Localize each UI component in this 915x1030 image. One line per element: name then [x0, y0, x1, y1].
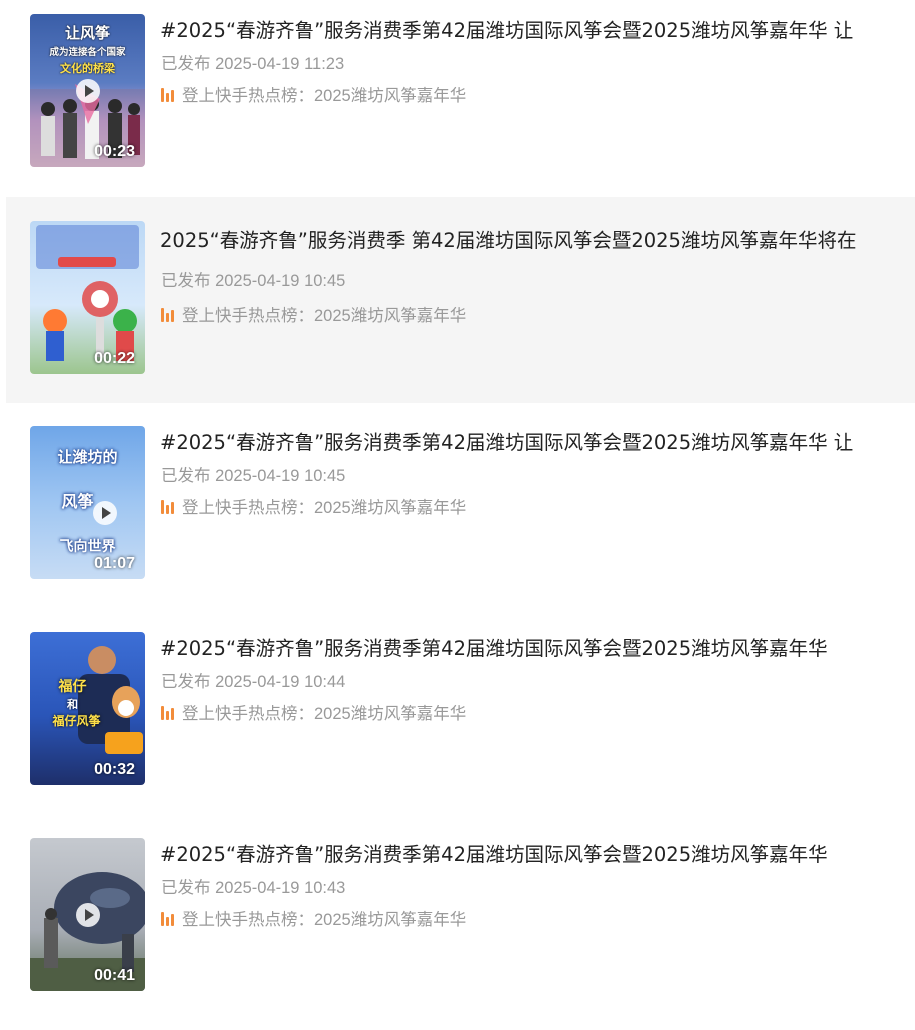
hot-list-label[interactable]: 登上快手热点榜：2025潍坊风筝嘉年华 [161, 906, 466, 930]
video-title[interactable]: #2025“春游齐鲁”服务消费季第42届潍坊国际风筝会暨2025潍坊风筝嘉年华 … [160, 17, 915, 45]
hot-list-icon [161, 308, 176, 322]
thumbnail-caption: 风筝 [61, 492, 94, 511]
thumbnail-caption: 福仔风筝 [52, 714, 101, 728]
video-thumbnail[interactable]: 让潍坊的 风筝 飞向世界 01:07 [30, 426, 145, 579]
list-item[interactable]: 00:22 2025“春游齐鲁”服务消费季 第42届潍坊国际风筝会暨2025潍坊… [6, 197, 915, 403]
hot-list-icon [161, 706, 176, 720]
hot-list-icon [161, 500, 176, 514]
hot-list-label[interactable]: 登上快手热点榜：2025潍坊风筝嘉年华 [161, 700, 466, 724]
video-thumbnail[interactable]: 让风筝 成为连接各个国家 文化的桥梁 00:23 [30, 14, 145, 167]
hot-list-text: 登上快手热点榜：2025潍坊风筝嘉年华 [182, 499, 467, 517]
hot-list-text: 登上快手热点榜：2025潍坊风筝嘉年华 [182, 87, 467, 105]
thumbnail-caption: 和 [67, 698, 78, 711]
hot-list-label[interactable]: 登上快手热点榜：2025潍坊风筝嘉年华 [161, 82, 466, 106]
publish-date: 已发布 2025-04-19 10:45 [161, 272, 346, 290]
publish-date: 已发布 2025-04-19 11:23 [161, 55, 345, 73]
list-item[interactable]: 00:41 #2025“春游齐鲁”服务消费季第42届潍坊国际风筝会暨2025潍坊… [0, 824, 915, 1030]
video-thumbnail[interactable]: 福仔 和 福仔风筝 00:32 [30, 632, 145, 785]
list-item[interactable]: 让潍坊的 风筝 飞向世界 01:07 #2025“春游齐鲁”服务消费季第42届潍… [0, 412, 915, 618]
publish-date: 已发布 2025-04-19 10:44 [161, 673, 346, 691]
video-title[interactable]: #2025“春游齐鲁”服务消费季第42届潍坊国际风筝会暨2025潍坊风筝嘉年华 [160, 841, 915, 869]
hot-list-label[interactable]: 登上快手热点榜：2025潍坊风筝嘉年华 [161, 302, 466, 326]
hot-list-label[interactable]: 登上快手热点榜：2025潍坊风筝嘉年华 [161, 494, 466, 518]
video-title[interactable]: #2025“春游齐鲁”服务消费季第42届潍坊国际风筝会暨2025潍坊风筝嘉年华 [160, 635, 915, 663]
publish-date: 已发布 2025-04-19 10:45 [161, 467, 346, 485]
video-duration: 01:07 [94, 555, 135, 572]
hot-list-text: 登上快手热点榜：2025潍坊风筝嘉年华 [182, 705, 467, 723]
play-icon [75, 902, 100, 927]
hot-list-icon [161, 912, 176, 926]
video-duration: 00:22 [94, 350, 135, 367]
video-duration: 00:41 [94, 967, 135, 984]
video-thumbnail[interactable]: 00:41 [30, 838, 145, 991]
play-icon [92, 500, 117, 525]
video-title[interactable]: #2025“春游齐鲁”服务消费季第42届潍坊国际风筝会暨2025潍坊风筝嘉年华 … [160, 429, 915, 457]
thumbnail-caption: 福仔 [58, 679, 87, 695]
list-item[interactable]: 让风筝 成为连接各个国家 文化的桥梁 00:23 #2025“春游齐鲁”服务消费… [0, 0, 915, 206]
list-item[interactable]: 福仔 和 福仔风筝 00:32 #2025“春游齐鲁”服务消费季第42届潍坊国际… [0, 618, 915, 824]
publish-date: 已发布 2025-04-19 10:43 [161, 879, 346, 897]
play-icon [75, 78, 100, 103]
thumbnail-caption: 飞向世界 [59, 539, 116, 555]
video-duration: 00:32 [94, 761, 135, 778]
hot-list-text: 登上快手热点榜：2025潍坊风筝嘉年华 [182, 307, 467, 325]
video-list: 让风筝 成为连接各个国家 文化的桥梁 00:23 #2025“春游齐鲁”服务消费… [0, 0, 915, 1024]
video-thumbnail[interactable]: 00:22 [30, 221, 145, 374]
video-duration: 00:23 [94, 143, 135, 160]
hot-list-text: 登上快手热点榜：2025潍坊风筝嘉年华 [182, 911, 467, 929]
hot-list-icon [161, 88, 176, 102]
video-title[interactable]: 2025“春游齐鲁”服务消费季 第42届潍坊国际风筝会暨2025潍坊风筝嘉年华将… [160, 227, 915, 255]
thumbnail-caption: 让潍坊的 [57, 448, 118, 466]
